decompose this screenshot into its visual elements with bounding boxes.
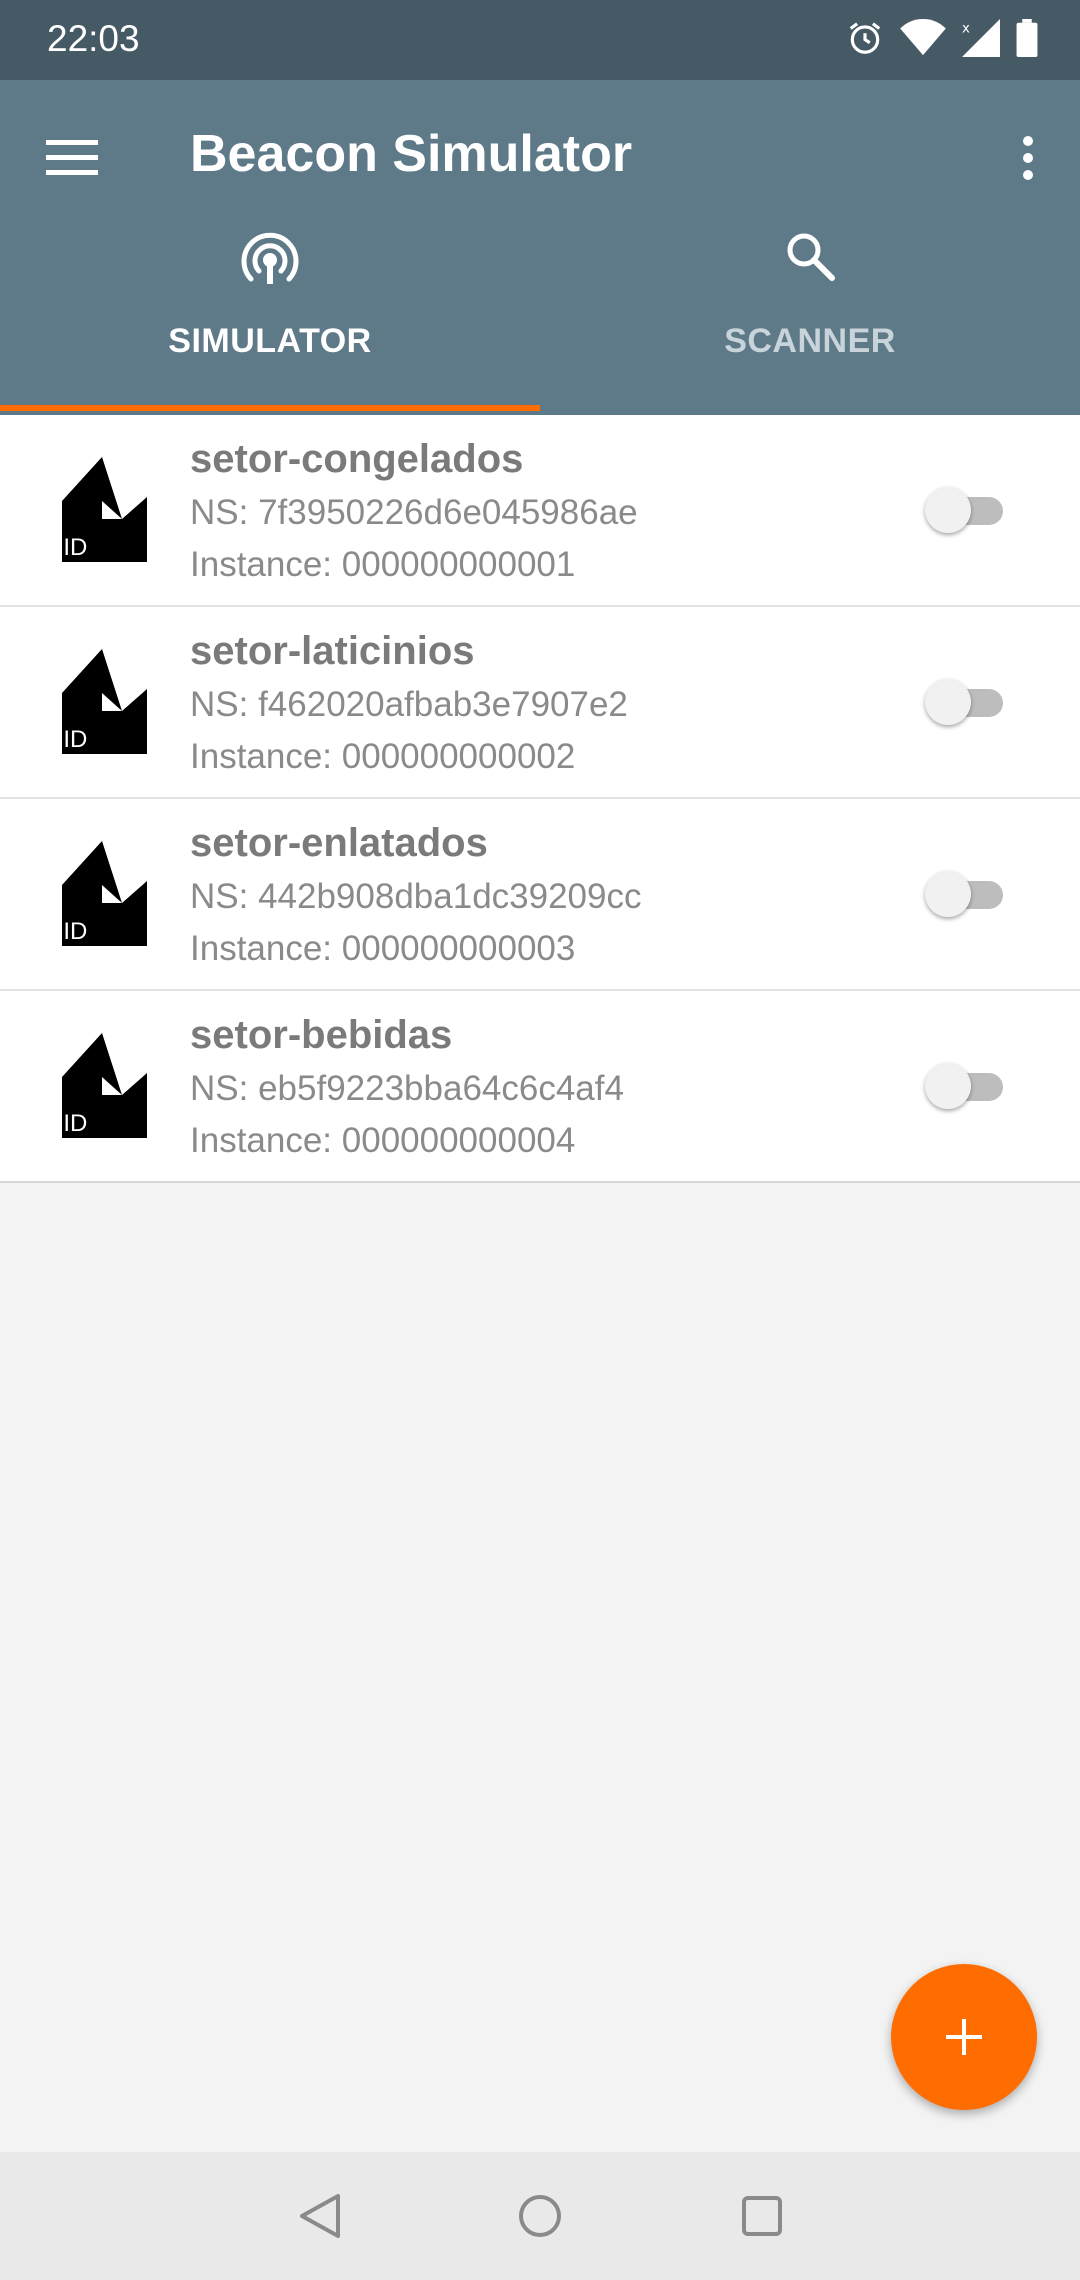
beacon-namespace: NS: 442b908dba1dc39209cc (190, 877, 642, 916)
tab-simulator-label: SIMULATOR (168, 322, 372, 360)
beacon-list-item[interactable]: UID setor-enlatados NS: 442b908dba1dc392… (0, 799, 1080, 991)
beacon-namespace: NS: f462020afbab3e7907e2 (190, 685, 628, 724)
beacon-namespace: NS: eb5f9223bba64c6c4af4 (190, 1069, 624, 1108)
svg-text:UID: UID (46, 726, 87, 753)
beacon-list-item[interactable]: UID setor-laticinios NS: f462020afbab3e7… (0, 607, 1080, 799)
beacon-instance: Instance: 000000000001 (190, 545, 576, 584)
beacon-instance: Instance: 000000000002 (190, 737, 576, 776)
app-bar: Beacon Simulator SIMULATOR SCANNER (0, 80, 1080, 415)
beacon-toggle[interactable] (925, 871, 1007, 917)
hamburger-menu-icon (46, 140, 98, 175)
toggle-thumb (925, 487, 971, 533)
system-nav-bar (0, 2152, 1080, 2280)
status-icons: x (846, 18, 1038, 62)
svg-text:UID: UID (46, 918, 87, 945)
menu-button[interactable] (28, 120, 116, 196)
wifi-icon (900, 18, 946, 62)
tab-simulator[interactable]: SIMULATOR (0, 230, 540, 415)
beacon-namespace: NS: 7f3950226d6e045986ae (190, 493, 638, 532)
back-icon (300, 2194, 340, 2238)
recents-button[interactable] (722, 2176, 802, 2256)
signal-icon: x (962, 18, 1000, 62)
eddystone-uid-icon: UID (42, 1033, 147, 1138)
beacon-name: setor-bebidas (190, 1013, 453, 1057)
beacon-toggle[interactable] (925, 1063, 1007, 1109)
home-button[interactable] (500, 2176, 580, 2256)
status-time: 22:03 (47, 18, 140, 59)
beacon-name: setor-congelados (190, 437, 524, 481)
beacon-toggle[interactable] (925, 679, 1007, 725)
back-button[interactable] (280, 2176, 360, 2256)
recents-icon (742, 2196, 782, 2236)
beacon-list: UID setor-congelados NS: 7f3950226d6e045… (0, 415, 1080, 1183)
toggle-thumb (925, 1063, 971, 1109)
add-icon (946, 2019, 982, 2055)
beacon-name: setor-enlatados (190, 821, 488, 865)
beacon-toggle[interactable] (925, 487, 1007, 533)
eddystone-uid-icon: UID (42, 457, 147, 562)
home-icon (519, 2195, 561, 2237)
add-beacon-button[interactable] (891, 1964, 1037, 2110)
toggle-thumb (925, 679, 971, 725)
alarm-icon (846, 19, 884, 62)
tab-indicator (0, 405, 540, 411)
beacon-instance: Instance: 000000000004 (190, 1121, 576, 1160)
overflow-menu-button[interactable] (996, 120, 1060, 196)
status-bar: 22:03 x (0, 0, 1080, 80)
svg-text:UID: UID (46, 1110, 87, 1137)
tab-scanner-label: SCANNER (724, 322, 896, 360)
battery-icon (1016, 18, 1038, 62)
beacon-name: setor-laticinios (190, 629, 475, 673)
eddystone-uid-icon: UID (42, 841, 147, 946)
beacon-instance: Instance: 000000000003 (190, 929, 576, 968)
toggle-thumb (925, 871, 971, 917)
broadcast-icon (0, 230, 540, 302)
app-title: Beacon Simulator (190, 125, 633, 183)
svg-text:x: x (962, 21, 970, 36)
beacon-list-item[interactable]: UID setor-congelados NS: 7f3950226d6e045… (0, 415, 1080, 607)
tab-scanner[interactable]: SCANNER (540, 230, 1080, 415)
svg-text:UID: UID (46, 534, 87, 561)
more-vertical-icon (1023, 136, 1033, 180)
eddystone-uid-icon: UID (42, 649, 147, 754)
search-icon (540, 230, 1080, 302)
beacon-list-item[interactable]: UID setor-bebidas NS: eb5f9223bba64c6c4a… (0, 991, 1080, 1181)
